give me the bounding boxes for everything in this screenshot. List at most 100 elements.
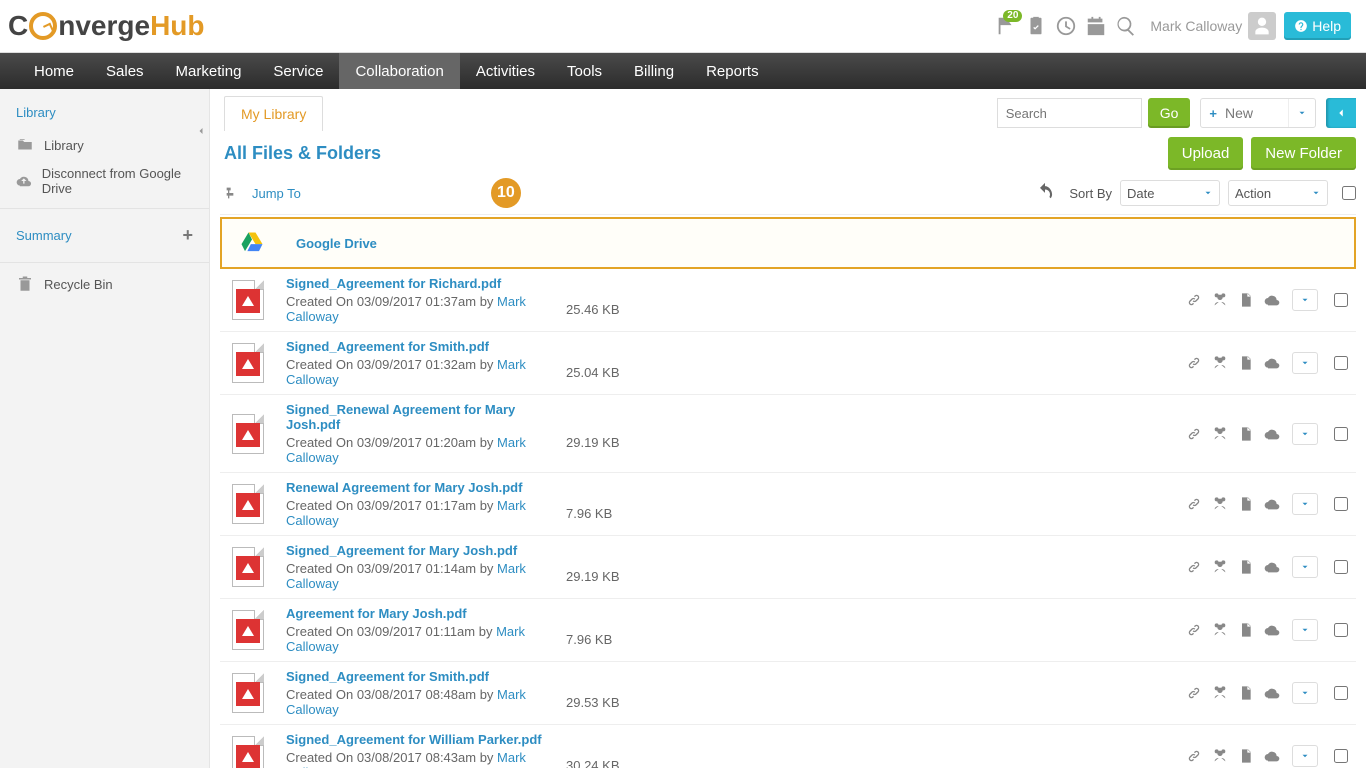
sidebar-section-library[interactable]: Library	[0, 101, 209, 130]
author-link[interactable]: Mark Calloway	[286, 498, 526, 528]
file-name-link[interactable]: Renewal Agreement for Mary Josh.pdf	[286, 480, 566, 495]
row-checkbox[interactable]	[1334, 293, 1348, 307]
nav-reports[interactable]: Reports	[690, 53, 775, 89]
row-checkbox[interactable]	[1334, 686, 1348, 700]
document-icon[interactable]	[1236, 424, 1256, 444]
nav-marketing[interactable]: Marketing	[160, 53, 258, 89]
search-icon[interactable]	[1112, 12, 1140, 40]
flag-icon[interactable]: 20	[992, 12, 1020, 40]
link-icon[interactable]	[1184, 290, 1204, 310]
calendar-icon[interactable]	[1082, 12, 1110, 40]
clock-icon[interactable]	[1052, 12, 1080, 40]
new-folder-button[interactable]: New Folder	[1251, 137, 1356, 170]
cloud-download-icon[interactable]	[1262, 494, 1282, 514]
row-checkbox[interactable]	[1334, 560, 1348, 574]
share-icon[interactable]	[1210, 683, 1230, 703]
username-label[interactable]: Mark Calloway	[1150, 18, 1242, 34]
tab-my-library[interactable]: My Library	[224, 96, 323, 131]
jump-to-link[interactable]: Jump To	[252, 186, 301, 201]
sidebar-item-recycle-bin[interactable]: Recycle Bin	[0, 269, 209, 299]
share-icon[interactable]	[1210, 353, 1230, 373]
share-icon[interactable]	[1210, 620, 1230, 640]
avatar-icon[interactable]	[1248, 12, 1276, 40]
document-icon[interactable]	[1236, 353, 1256, 373]
undo-icon[interactable]	[1035, 182, 1055, 205]
row-checkbox[interactable]	[1334, 749, 1348, 763]
row-menu-dropdown[interactable]	[1292, 493, 1318, 515]
row-checkbox[interactable]	[1334, 497, 1348, 511]
author-link[interactable]: Mark Calloway	[286, 687, 526, 717]
add-summary-icon[interactable]: +	[182, 225, 193, 246]
new-dropdown[interactable]: + New	[1200, 98, 1316, 128]
file-name-link[interactable]: Signed_Agreement for William Parker.pdf	[286, 732, 566, 747]
author-link[interactable]: Mark Calloway	[286, 294, 526, 324]
row-menu-dropdown[interactable]	[1292, 289, 1318, 311]
file-name-link[interactable]: Signed_Renewal Agreement for Mary Josh.p…	[286, 402, 566, 432]
author-link[interactable]: Mark Calloway	[286, 624, 525, 654]
row-menu-dropdown[interactable]	[1292, 352, 1318, 374]
panel-toggle-button[interactable]	[1326, 98, 1356, 128]
cloud-download-icon[interactable]	[1262, 353, 1282, 373]
select-all-checkbox[interactable]	[1342, 186, 1356, 200]
link-icon[interactable]	[1184, 353, 1204, 373]
row-checkbox[interactable]	[1334, 623, 1348, 637]
cloud-download-icon[interactable]	[1262, 683, 1282, 703]
document-icon[interactable]	[1236, 494, 1256, 514]
author-link[interactable]: Mark Calloway	[286, 561, 526, 591]
link-icon[interactable]	[1184, 424, 1204, 444]
share-icon[interactable]	[1210, 424, 1230, 444]
link-icon[interactable]	[1184, 620, 1204, 640]
nav-sales[interactable]: Sales	[90, 53, 160, 89]
cloud-download-icon[interactable]	[1262, 620, 1282, 640]
share-icon[interactable]	[1210, 746, 1230, 766]
clipboard-icon[interactable]	[1022, 12, 1050, 40]
author-link[interactable]: Mark Calloway	[286, 750, 526, 768]
nav-billing[interactable]: Billing	[618, 53, 690, 89]
google-drive-row[interactable]: Google Drive	[220, 217, 1356, 269]
file-name-link[interactable]: Agreement for Mary Josh.pdf	[286, 606, 566, 621]
nav-service[interactable]: Service	[257, 53, 339, 89]
share-icon[interactable]	[1210, 494, 1230, 514]
file-name-link[interactable]: Signed_Agreement for Smith.pdf	[286, 339, 566, 354]
logo[interactable]: C nverge Hub	[8, 10, 205, 42]
sidebar-collapse-icon[interactable]	[195, 125, 207, 140]
help-button[interactable]: Help	[1284, 12, 1351, 40]
row-checkbox[interactable]	[1334, 427, 1348, 441]
share-icon[interactable]	[1210, 557, 1230, 577]
nav-tools[interactable]: Tools	[551, 53, 618, 89]
document-icon[interactable]	[1236, 290, 1256, 310]
document-icon[interactable]	[1236, 557, 1256, 577]
link-icon[interactable]	[1184, 683, 1204, 703]
row-menu-dropdown[interactable]	[1292, 556, 1318, 578]
nav-activities[interactable]: Activities	[460, 53, 551, 89]
link-icon[interactable]	[1184, 746, 1204, 766]
document-icon[interactable]	[1236, 746, 1256, 766]
cloud-download-icon[interactable]	[1262, 557, 1282, 577]
file-name-link[interactable]: Signed_Agreement for Mary Josh.pdf	[286, 543, 566, 558]
cloud-download-icon[interactable]	[1262, 424, 1282, 444]
file-name-link[interactable]: Signed_Agreement for Smith.pdf	[286, 669, 566, 684]
document-icon[interactable]	[1236, 620, 1256, 640]
row-menu-dropdown[interactable]	[1292, 423, 1318, 445]
sidebar-item-library[interactable]: Library	[0, 130, 209, 160]
sidebar-summary-link[interactable]: Summary	[16, 228, 72, 243]
cloud-download-icon[interactable]	[1262, 290, 1282, 310]
document-icon[interactable]	[1236, 683, 1256, 703]
search-input[interactable]	[997, 98, 1142, 128]
sidebar-item-disconnect-gdrive[interactable]: Disconnect from Google Drive	[0, 160, 209, 202]
author-link[interactable]: Mark Calloway	[286, 435, 526, 465]
link-icon[interactable]	[1184, 557, 1204, 577]
row-checkbox[interactable]	[1334, 356, 1348, 370]
nav-home[interactable]: Home	[18, 53, 90, 89]
sort-field-dropdown[interactable]: Date	[1120, 180, 1220, 206]
share-icon[interactable]	[1210, 290, 1230, 310]
file-name-link[interactable]: Signed_Agreement for Richard.pdf	[286, 276, 566, 291]
upload-button[interactable]: Upload	[1168, 137, 1244, 170]
link-icon[interactable]	[1184, 494, 1204, 514]
nav-collaboration[interactable]: Collaboration	[339, 53, 459, 89]
row-menu-dropdown[interactable]	[1292, 619, 1318, 641]
tree-icon[interactable]	[224, 185, 240, 201]
row-menu-dropdown[interactable]	[1292, 745, 1318, 767]
cloud-download-icon[interactable]	[1262, 746, 1282, 766]
row-menu-dropdown[interactable]	[1292, 682, 1318, 704]
